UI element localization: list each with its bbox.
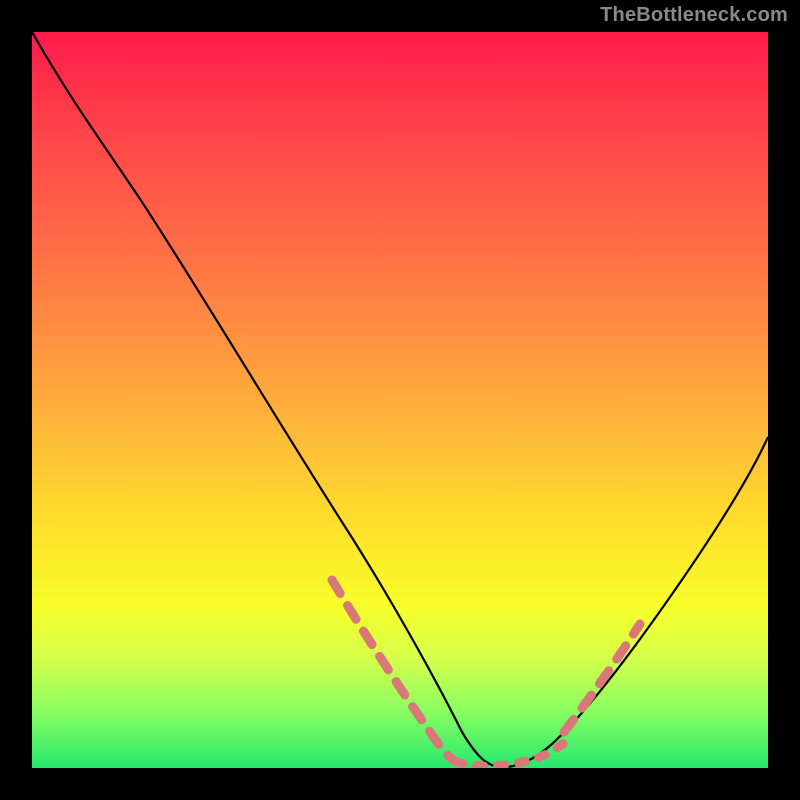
plot-area <box>32 32 768 768</box>
plot-svg <box>32 32 768 768</box>
watermark-text: TheBottleneck.com <box>600 4 788 27</box>
right-highlight-dashes <box>564 624 640 732</box>
chart-frame: TheBottleneck.com <box>0 0 800 800</box>
curve-line <box>32 32 768 767</box>
